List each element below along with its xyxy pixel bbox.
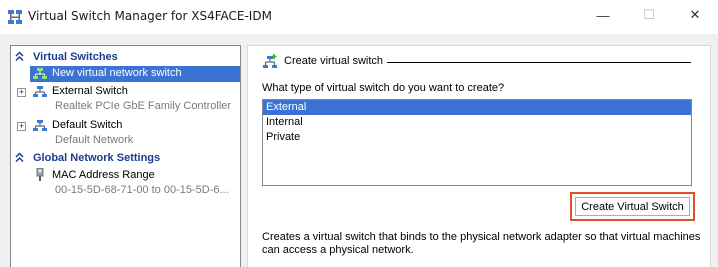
switch-type-option-private[interactable]: Private <box>263 130 691 145</box>
mac-address-range-value: 00-15-5D-68-71-00 to 00-15-5D-6... <box>55 184 229 196</box>
close-button[interactable]: ✕ <box>672 0 718 30</box>
switch-type-option-external[interactable]: External <box>263 100 691 115</box>
switch-type-list[interactable]: External Internal Private <box>262 99 692 186</box>
minimize-icon: — <box>596 7 610 23</box>
minimize-button[interactable]: — <box>580 0 626 30</box>
create-virtual-switch-button[interactable]: Create Virtual Switch <box>575 197 690 216</box>
expand-external-switch-button[interactable]: + <box>17 88 26 97</box>
switch-type-question: What type of virtual switch do you want … <box>262 82 505 94</box>
external-switch-adapter: Realtek PCIe GbE Family Controller <box>55 100 232 112</box>
switch-type-description: Creates a virtual switch that binds to t… <box>262 231 701 256</box>
close-icon: ✕ <box>689 7 701 22</box>
title-bar: Virtual Switch Manager for XS4FACE-IDM —… <box>0 0 718 34</box>
default-switch-network: Default Network <box>55 134 134 146</box>
global-network-settings-header[interactable]: Global Network Settings <box>11 151 240 166</box>
new-switch-icon <box>263 54 277 68</box>
section-title: Create virtual switch <box>284 55 384 67</box>
section-divider <box>387 62 691 63</box>
network-adapter-icon <box>36 168 44 181</box>
new-switch-icon <box>33 68 47 79</box>
switch-type-option-internal[interactable]: Internal <box>263 115 691 130</box>
maximize-button[interactable]: ☐ <box>626 0 672 30</box>
collapse-chevron-icon <box>15 152 24 163</box>
maximize-icon: ☐ <box>643 7 655 22</box>
create-button-highlight: Create Virtual Switch <box>570 192 695 221</box>
sidebar-item-external-switch[interactable]: External Switch <box>30 84 240 99</box>
virtual-switches-header[interactable]: Virtual Switches <box>11 50 240 65</box>
sidebar-item-default-switch[interactable]: Default Switch <box>30 118 240 133</box>
collapse-chevron-icon <box>15 51 24 62</box>
network-switch-icon <box>33 86 47 97</box>
details-pane: Create virtual switch What type of virtu… <box>247 45 711 267</box>
sidebar-item-new-virtual-network-switch[interactable]: New virtual network switch <box>30 66 240 82</box>
virtual-switch-manager-icon <box>8 10 22 24</box>
switch-tree[interactable]: Virtual Switches New virtual network swi… <box>10 45 241 267</box>
network-switch-icon <box>33 120 47 131</box>
expand-default-switch-button[interactable]: + <box>17 122 26 131</box>
sidebar-item-mac-address-range[interactable]: MAC Address Range <box>30 168 240 183</box>
window-title: Virtual Switch Manager for XS4FACE-IDM <box>28 9 272 23</box>
